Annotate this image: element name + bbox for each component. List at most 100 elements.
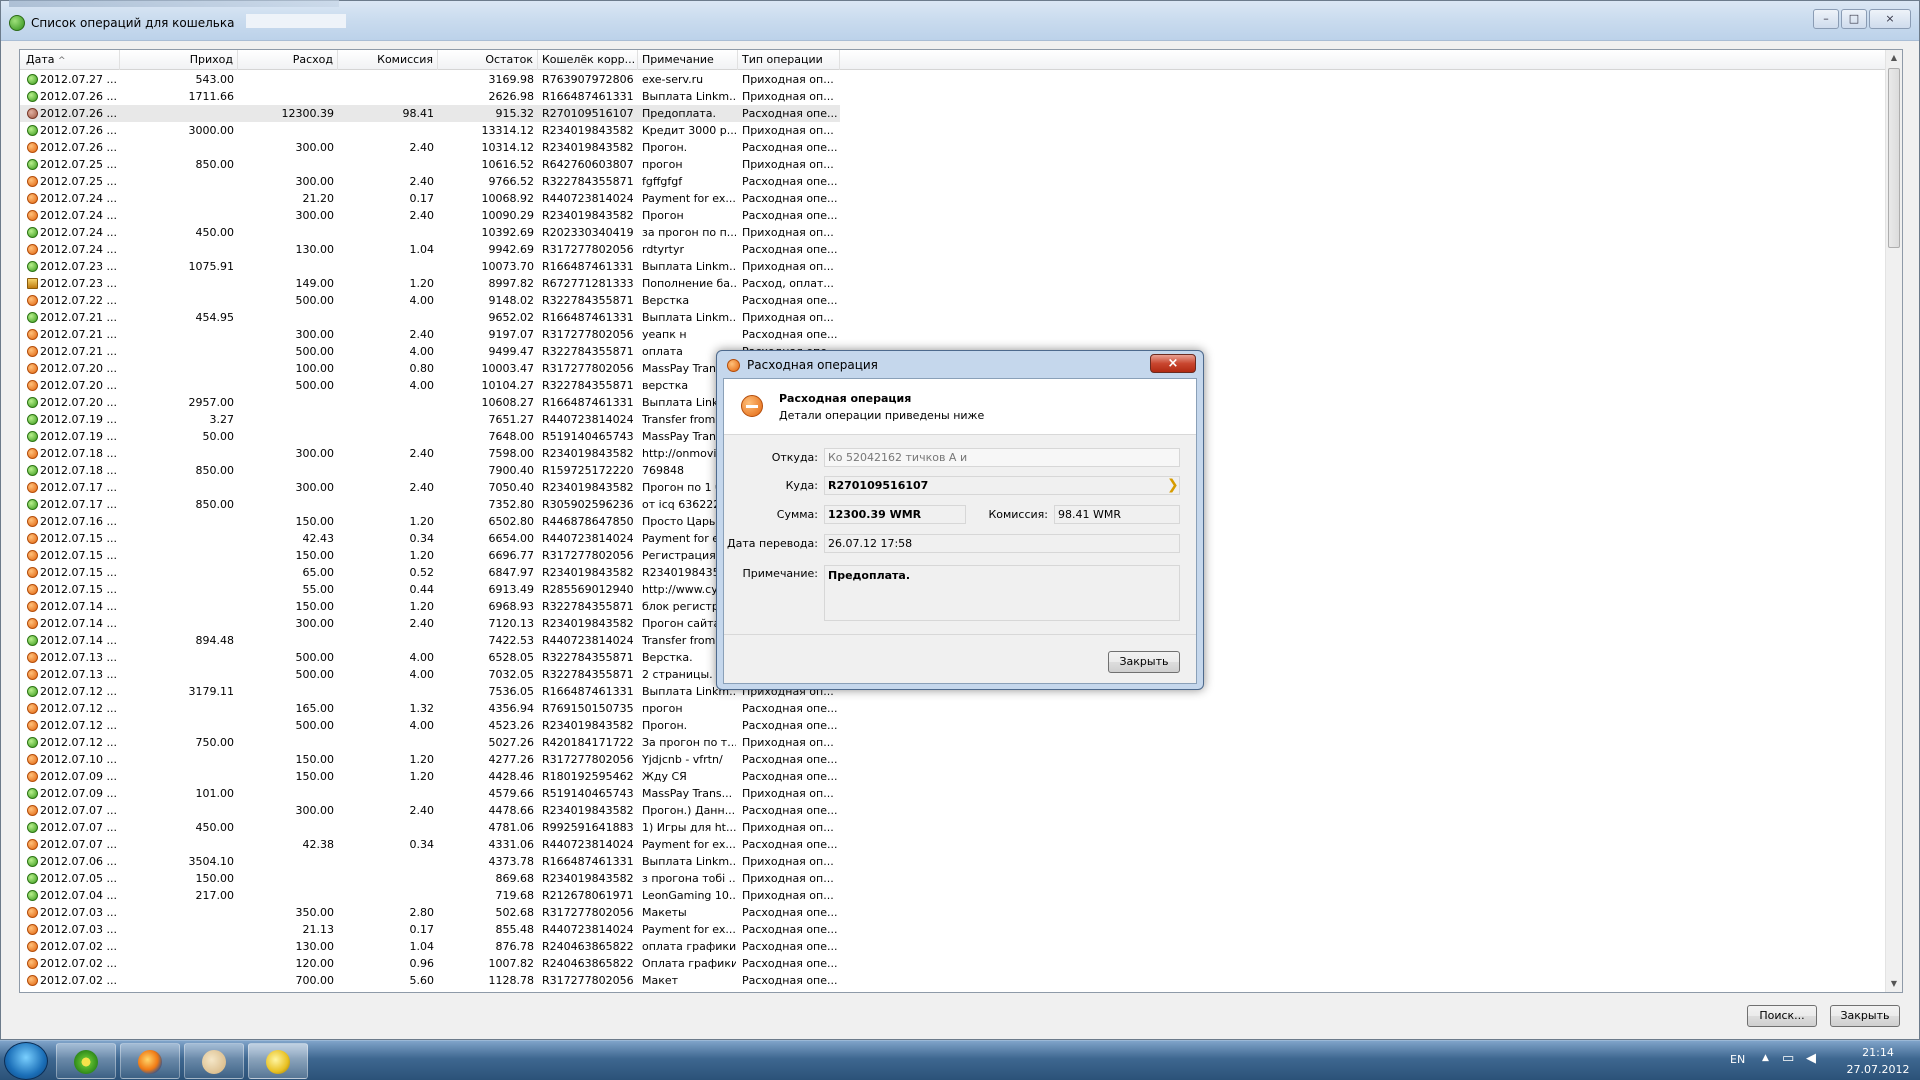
close-button[interactable]: Закрыть xyxy=(1830,1005,1900,1027)
table-row[interactable]: 2012.07.02 ... 130.00 1.04 876.78 R240463865… xyxy=(20,938,1886,955)
cell-date: 2012.07.14 ... xyxy=(40,634,117,647)
cell-date: 2012.07.22 ... xyxy=(40,294,117,307)
table-row[interactable]: 2012.07.07 ... 450.00 4781.06 R992591641883… xyxy=(20,819,1886,836)
table-row[interactable]: 2012.07.12 ... 750.00 5027.26 R420184171722… xyxy=(20,734,1886,751)
table-row[interactable]: 2012.07.04 ... 217.00 719.68 R212678061971 L… xyxy=(20,887,1886,904)
cell-type: Приходная оп... xyxy=(742,821,834,834)
cell-expense: 300.00 xyxy=(295,447,335,460)
table-row[interactable]: 2012.07.02 ... 700.00 5.60 1128.78 R31727780… xyxy=(20,972,1886,989)
taskbar-firefox[interactable] xyxy=(120,1043,180,1079)
cell-income xyxy=(120,547,234,564)
col-note[interactable]: Примечание xyxy=(638,50,738,70)
cell-fee: 1.20 xyxy=(409,753,435,766)
scroll-up-icon[interactable]: ▲ xyxy=(1886,50,1902,66)
window-titlebar[interactable]: Список операций для кошелька – □ × xyxy=(1,0,1919,41)
cell-wallet: R234019843582 xyxy=(542,447,634,460)
col-fee[interactable]: Комиссия xyxy=(338,50,438,70)
cell-balance: 10003.47 xyxy=(481,362,535,375)
col-date[interactable]: Дата ^ xyxy=(20,50,120,70)
cell-balance: 10616.52 xyxy=(481,158,535,171)
search-button[interactable]: Поиск... xyxy=(1747,1005,1817,1027)
cell-fee: 4.00 xyxy=(409,668,435,681)
tray-expand-icon[interactable]: ▲ xyxy=(1762,1053,1769,1063)
table-row[interactable]: 2012.07.26 ... 1711.66 2626.98 R16648746133… xyxy=(20,88,1886,105)
table-row[interactable]: 2012.07.05 ... 150.00 869.68 R234019843582 з… xyxy=(20,870,1886,887)
table-row[interactable]: 2012.07.26 ... 3000.00 13314.12 R2340198435… xyxy=(20,122,1886,139)
minimize-button[interactable]: – xyxy=(1813,9,1839,29)
table-row[interactable]: 2012.07.07 ... 42.38 0.34 4331.06 R440723814… xyxy=(20,836,1886,853)
cell-expense: 120.00 xyxy=(295,957,335,970)
window-close-button[interactable]: × xyxy=(1869,9,1911,29)
start-button[interactable] xyxy=(4,1042,48,1080)
cell-date: 2012.07.24 ... xyxy=(40,243,117,256)
table-row[interactable]: 2012.07.03 ... 21.13 0.17 855.48 R4407238140… xyxy=(20,921,1886,938)
cell-date: 2012.07.07 ... xyxy=(40,804,117,817)
cell-wallet: R672771281333 xyxy=(542,277,634,290)
col-wallet[interactable]: Кошелёк корр... xyxy=(538,50,638,70)
table-row[interactable]: 2012.07.21 ... 454.95 9652.02 R166487461331… xyxy=(20,309,1886,326)
table-row[interactable]: 2012.07.09 ... 150.00 1.20 4428.46 R18019259… xyxy=(20,768,1886,785)
table-row[interactable]: 2012.07.24 ... 450.00 10392.69 R20233034041… xyxy=(20,224,1886,241)
table-row[interactable]: 2012.07.25 ... 850.00 10616.52 R64276060380… xyxy=(20,156,1886,173)
arrow-right-icon[interactable]: ❯ xyxy=(1167,477,1179,493)
table-row[interactable]: 2012.07.27 ... 543.00 3169.98 R763907972806… xyxy=(20,71,1886,88)
scroll-thumb[interactable] xyxy=(1888,68,1900,248)
fee-field: 98.41 WMR xyxy=(1054,505,1180,524)
col-type[interactable]: Тип операции xyxy=(738,50,840,70)
cell-balance: 1007.82 xyxy=(488,957,535,970)
table-row[interactable]: 2012.07.23 ... 1075.91 10073.70 R1664874613… xyxy=(20,258,1886,275)
cell-income xyxy=(120,190,234,207)
cell-expense xyxy=(238,411,334,428)
clock-date[interactable]: 27.07.2012 xyxy=(1840,1063,1916,1076)
taskbar-icq[interactable] xyxy=(56,1043,116,1079)
cell-date: 2012.07.25 ... xyxy=(40,158,117,171)
cell-income xyxy=(120,751,234,768)
table-row[interactable]: 2012.07.22 ... 500.00 4.00 9148.02 R32278435… xyxy=(20,292,1886,309)
cell-balance: 5027.26 xyxy=(488,736,535,749)
cell-note: за прогон по п... xyxy=(642,226,736,239)
network-icon[interactable]: ▭ xyxy=(1782,1051,1794,1066)
table-row[interactable]: 2012.07.03 ... 350.00 2.80 502.68 R317277802… xyxy=(20,904,1886,921)
dialog-close-x-button[interactable]: × xyxy=(1150,354,1196,373)
cell-balance: 4523.26 xyxy=(488,719,535,732)
vertical-scrollbar[interactable]: ▲ ▼ xyxy=(1885,50,1902,992)
col-income[interactable]: Приход xyxy=(120,50,238,70)
cell-type: Расходная опе... xyxy=(742,753,838,766)
table-row[interactable]: 2012.07.10 ... 150.00 1.20 4277.26 R31727780… xyxy=(20,751,1886,768)
table-row[interactable]: 2012.07.09 ... 101.00 4579.66 R519140465743… xyxy=(20,785,1886,802)
language-indicator[interactable]: EN xyxy=(1730,1053,1745,1066)
table-row[interactable]: 2012.07.26 ... 300.00 2.40 10314.12 R2340198… xyxy=(20,139,1886,156)
table-row[interactable]: 2012.07.12 ... 500.00 4.00 4523.26 R23401984… xyxy=(20,717,1886,734)
table-row[interactable]: 2012.07.23 ... 149.00 1.20 8997.82 R67277128… xyxy=(20,275,1886,292)
cell-balance: 10073.70 xyxy=(481,260,535,273)
table-row[interactable]: 2012.07.21 ... 300.00 2.40 9197.07 R31727780… xyxy=(20,326,1886,343)
table-row[interactable]: 2012.07.26 ... 12300.39 98.41 915.32 R270109… xyxy=(20,105,840,122)
cell-type: Расходная опе... xyxy=(742,107,838,120)
col-expense[interactable]: Расход xyxy=(238,50,338,70)
volume-icon[interactable]: ◀ xyxy=(1806,1051,1816,1066)
table-row[interactable]: 2012.07.07 ... 300.00 2.40 4478.66 R23401984… xyxy=(20,802,1886,819)
cell-type: Приходная оп... xyxy=(742,260,834,273)
dialog-close-button[interactable]: Закрыть xyxy=(1108,651,1180,673)
cell-wallet: R234019843582 xyxy=(542,617,634,630)
clock-time[interactable]: 21:14 xyxy=(1848,1046,1908,1059)
table-row[interactable]: 2012.07.12 ... 165.00 1.32 4356.94 R76915015… xyxy=(20,700,1886,717)
cell-fee: 0.96 xyxy=(409,957,435,970)
taskbar-paint[interactable] xyxy=(184,1043,244,1079)
expense-status-icon xyxy=(27,652,38,663)
cell-fee: 2.40 xyxy=(409,141,435,154)
col-balance[interactable]: Остаток xyxy=(438,50,538,70)
table-row[interactable]: 2012.07.06 ... 3504.10 4373.78 R16648746133… xyxy=(20,853,1886,870)
table-row[interactable]: 2012.07.24 ... 300.00 2.40 10090.29 R2340198… xyxy=(20,207,1886,224)
table-row[interactable]: 2012.07.25 ... 300.00 2.40 9766.52 R32278435… xyxy=(20,173,1886,190)
taskbar-webmoney[interactable] xyxy=(248,1043,308,1079)
table-row[interactable]: 2012.07.24 ... 130.00 1.04 9942.69 R31727780… xyxy=(20,241,1886,258)
cell-date: 2012.07.02 ... xyxy=(40,957,117,970)
scroll-down-icon[interactable]: ▼ xyxy=(1886,976,1902,992)
table-row[interactable]: 2012.07.24 ... 21.20 0.17 10068.92 R44072381… xyxy=(20,190,1886,207)
cell-note: MassPay Trans... xyxy=(642,787,733,800)
maximize-button[interactable]: □ xyxy=(1841,9,1867,29)
table-row[interactable]: 2012.07.02 ... 120.00 0.96 1007.82 R24046386… xyxy=(20,955,1886,972)
cell-expense xyxy=(238,224,334,241)
expense-status-icon xyxy=(27,839,38,850)
